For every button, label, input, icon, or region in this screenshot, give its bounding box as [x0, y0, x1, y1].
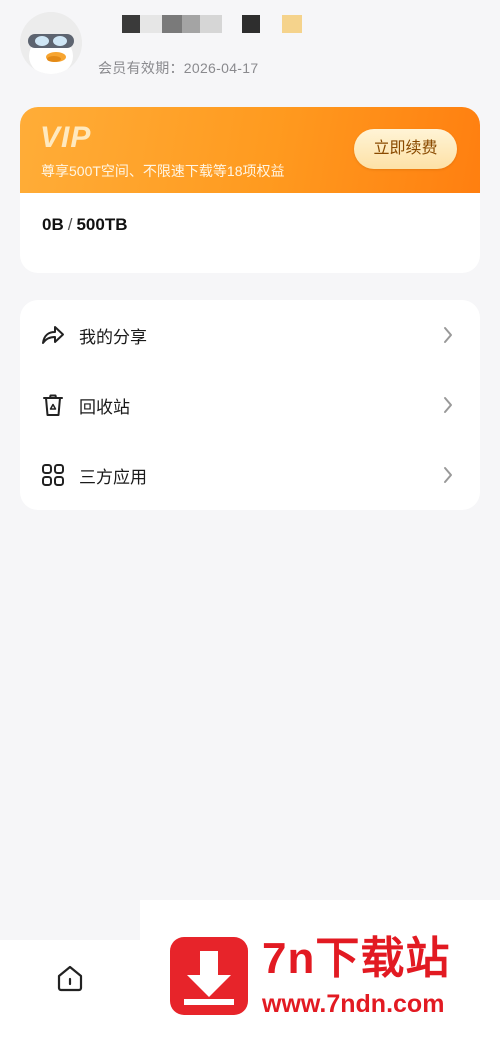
- menu-item-label: 三方应用: [79, 467, 147, 487]
- home-icon[interactable]: [54, 962, 86, 994]
- storage-separator: /: [67, 215, 73, 234]
- menu-card: 我的分享 回收站 三方应用: [20, 300, 480, 510]
- username-obscured: [122, 14, 302, 34]
- avatar[interactable]: [20, 12, 82, 74]
- menu-item-recycle-bin[interactable]: 回收站: [20, 370, 480, 440]
- membership-expiry: 会员有效期：2026-04-17: [98, 60, 259, 76]
- menu-item-label: 我的分享: [79, 327, 147, 347]
- storage-used: 0B: [42, 215, 64, 234]
- duck-avatar-icon: [20, 12, 82, 74]
- vip-title: VIP: [40, 121, 92, 154]
- watermark: 7n下载站 www.7ndn.com: [140, 900, 500, 1037]
- download-arrow-icon: [170, 937, 248, 1015]
- apps-grid-icon: [42, 464, 64, 486]
- chevron-right-icon: [444, 327, 452, 343]
- share-arrow-icon: [42, 326, 64, 344]
- trash-recycle-icon: [43, 394, 63, 416]
- storage-usage: 0B/500TB: [42, 215, 128, 235]
- chevron-right-icon: [444, 467, 452, 483]
- menu-item-third-party-apps[interactable]: 三方应用: [20, 440, 480, 510]
- renew-button[interactable]: 立即续费: [354, 129, 457, 169]
- vip-benefits-text: 尊享500T空间、不限速下载等18项权益: [41, 163, 285, 179]
- menu-item-label: 回收站: [79, 397, 130, 417]
- vip-card: VIP 尊享500T空间、不限速下载等18项权益 立即续费 0B/500TB: [20, 107, 480, 273]
- watermark-url: www.7ndn.com: [262, 990, 445, 1018]
- vip-banner[interactable]: VIP 尊享500T空间、不限速下载等18项权益 立即续费: [20, 107, 480, 193]
- menu-item-my-shares[interactable]: 我的分享: [20, 300, 480, 370]
- storage-total: 500TB: [76, 215, 128, 234]
- chevron-right-icon: [444, 397, 452, 413]
- watermark-brand: 7n下载站: [262, 934, 451, 983]
